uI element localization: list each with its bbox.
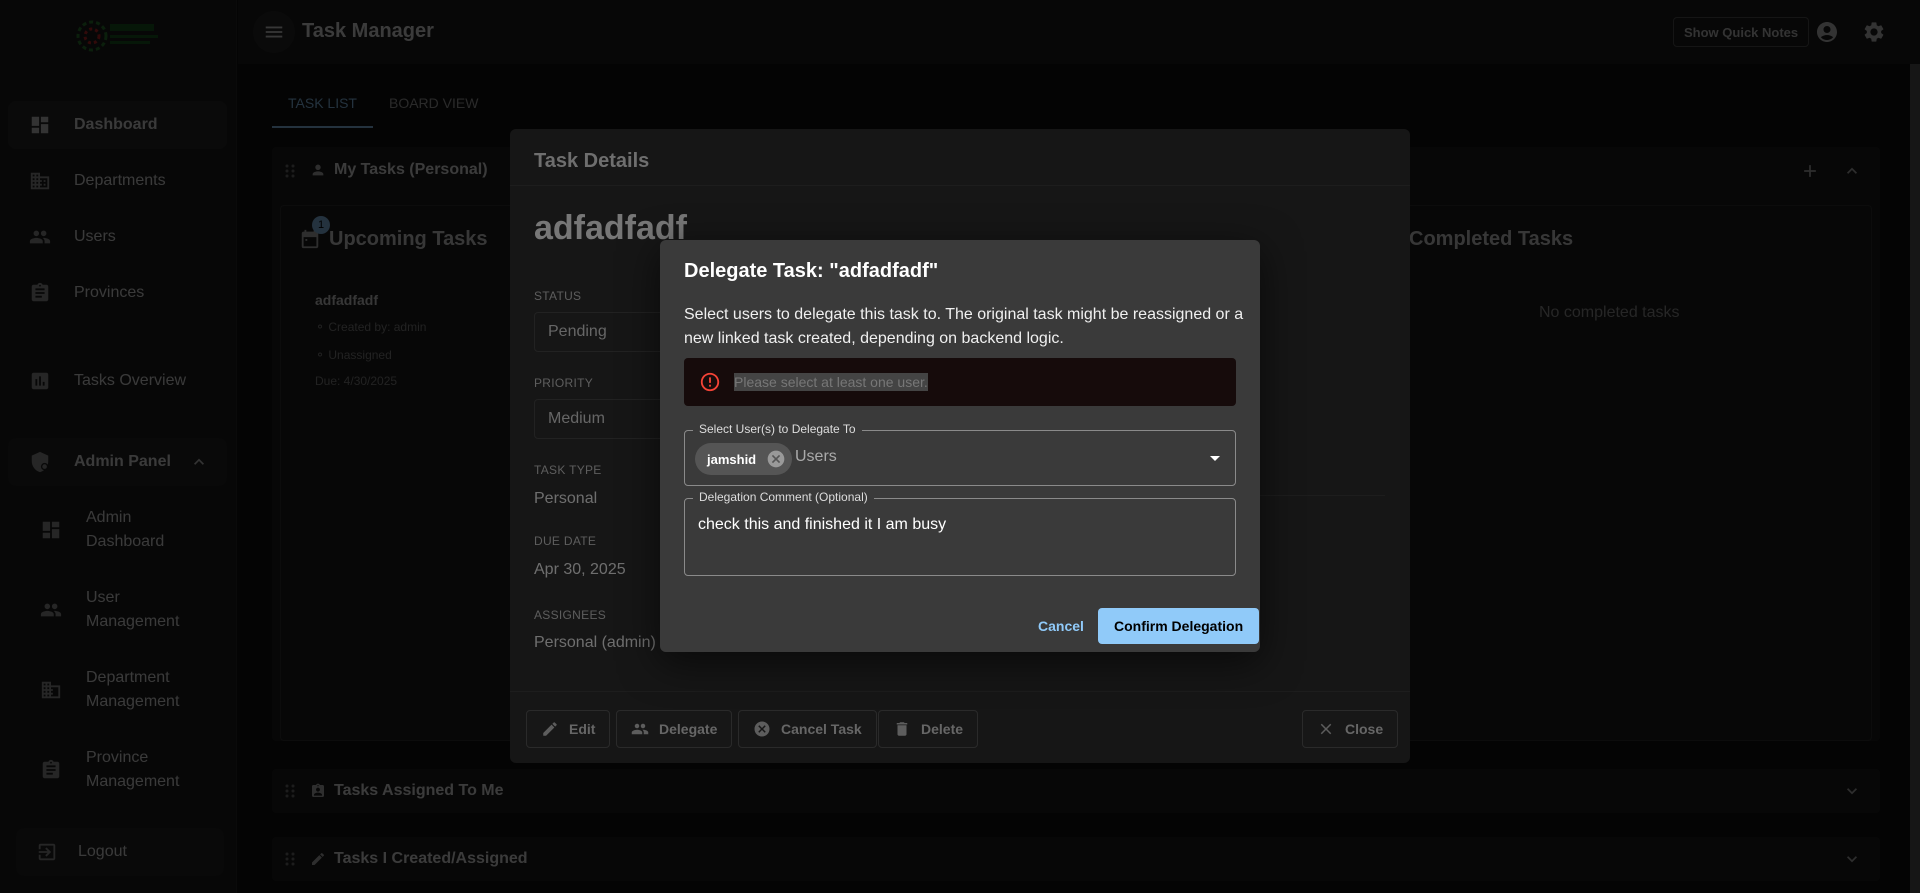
users-placeholder: Users [795,448,837,465]
delegate-task-dialog: Delegate Task: "adfadfadf" Select users … [660,240,1260,652]
chip-label: jamshid [707,451,757,467]
selected-user-chip: jamshid [695,443,793,475]
users-field-label: Select User(s) to Delegate To [693,422,862,436]
confirm-delegation-button[interactable]: Confirm Delegation [1098,608,1260,644]
comment-field-label: Delegation Comment (Optional) [693,490,874,504]
error-message: Please select at least one user. [734,373,928,391]
scrollbar[interactable] [1910,64,1920,893]
dialog-title: Delegate Task: "adfadfadf" [684,260,939,282]
delegate-users-select[interactable]: Select User(s) to Delegate To jamshid Us… [684,422,1236,486]
error-icon [699,371,721,393]
error-alert: Please select at least one user. [684,358,1236,406]
chip-delete-icon[interactable] [766,449,786,469]
delegation-comment-field[interactable]: Delegation Comment (Optional) check this… [684,490,1236,576]
comment-value: check this and finished it I am busy [698,516,947,533]
dropdown-arrow-icon[interactable] [1203,446,1227,470]
cancel-button[interactable]: Cancel [1028,608,1094,644]
dialog-description: Select users to delegate this task to. T… [684,306,1244,347]
